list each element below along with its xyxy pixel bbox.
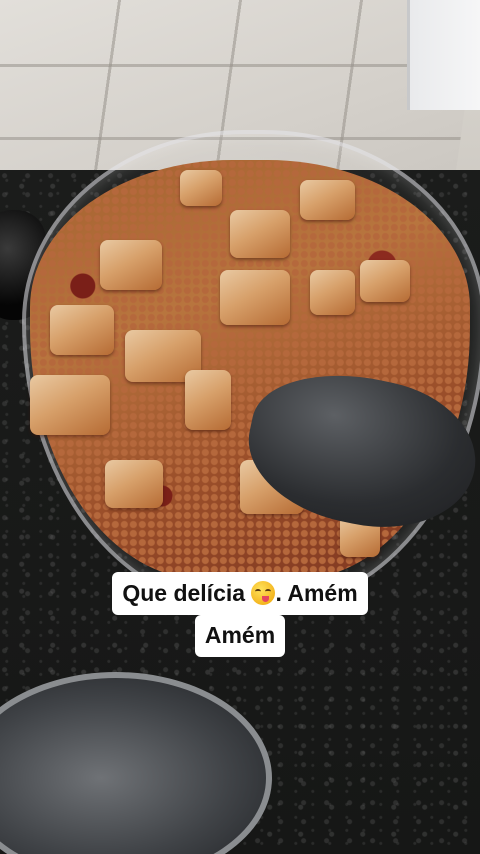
pork-crackling-piece bbox=[230, 210, 290, 258]
pork-crackling-piece bbox=[105, 460, 163, 508]
pork-crackling-piece bbox=[180, 170, 222, 206]
pork-crackling-piece bbox=[310, 270, 355, 315]
caption-line-1: Que delícia . Amém bbox=[112, 572, 368, 615]
face-savoring-food-emoji-icon bbox=[251, 581, 276, 605]
pork-crackling-piece bbox=[50, 305, 114, 355]
pork-crackling-piece bbox=[300, 180, 355, 220]
pork-crackling-piece bbox=[220, 270, 290, 325]
caption-line-1-suffix: . Amém bbox=[275, 580, 358, 606]
white-appliance bbox=[407, 0, 480, 110]
caption-line-1-text: Que delícia bbox=[122, 580, 252, 606]
spoon-head bbox=[235, 355, 480, 547]
caption-line-2: Amém bbox=[194, 615, 286, 657]
pork-crackling-piece bbox=[185, 370, 231, 430]
pork-crackling-piece bbox=[100, 240, 162, 290]
pork-crackling-piece bbox=[30, 375, 110, 435]
black-serving-spoon bbox=[235, 355, 480, 547]
photo-scene: Que delícia . Amém Amém bbox=[0, 0, 480, 854]
video-caption: Que delícia . Amém Amém bbox=[0, 572, 480, 657]
emoji-tongue bbox=[262, 596, 270, 602]
pork-crackling-piece bbox=[360, 260, 410, 302]
